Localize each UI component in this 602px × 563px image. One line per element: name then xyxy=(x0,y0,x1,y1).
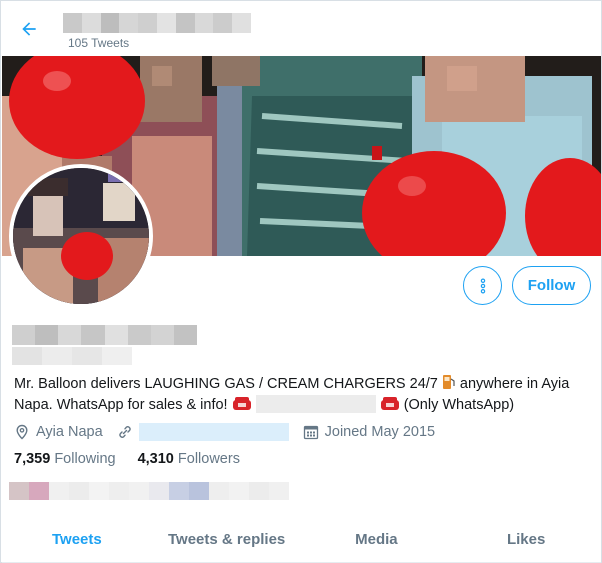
link-icon xyxy=(117,424,133,440)
website-link-redacted[interactable] xyxy=(138,423,289,441)
location: Ayia Napa xyxy=(14,424,103,440)
profile-bio: Mr. Balloon delivers LAUGHING GAS / CREA… xyxy=(14,374,584,416)
arrow-left-icon xyxy=(22,22,36,36)
bio-text-1: Mr. Balloon delivers LAUGHING GAS / CREA… xyxy=(14,376,442,392)
followers-count: 4,310 xyxy=(137,451,174,467)
back-button[interactable] xyxy=(15,15,43,43)
telephone-icon xyxy=(380,397,400,411)
following-count: 7,359 xyxy=(14,451,51,467)
location-text: Ayia Napa xyxy=(36,424,103,440)
telephone-icon xyxy=(232,397,252,411)
tab-tweets[interactable]: Tweets xyxy=(2,516,152,562)
followers-label: Followers xyxy=(177,451,240,467)
following-link[interactable]: 7,359 Following xyxy=(14,451,116,467)
phone-number-redacted xyxy=(255,395,376,413)
follow-stats: 7,359 Following 4,310 Followers xyxy=(14,451,262,467)
following-label: Following xyxy=(54,451,116,467)
profile-page: 105 Tweets Follow Mr. Balloon delivers L… xyxy=(0,0,602,563)
profile-header: 105 Tweets xyxy=(1,1,601,56)
tab-tweets-and-replies[interactable]: Tweets & replies xyxy=(152,516,302,562)
location-pin-icon xyxy=(14,424,30,440)
join-date: Joined May 2015 xyxy=(303,424,435,440)
profile-meta: Ayia Napa Joined May 2015 xyxy=(14,422,449,442)
display-name-redacted xyxy=(63,13,251,33)
profile-handle-redacted xyxy=(12,347,132,365)
followers-you-know-redacted[interactable] xyxy=(9,482,289,500)
profile-tabs: Tweets Tweets & replies Media Likes xyxy=(2,516,601,563)
calendar-icon xyxy=(303,424,319,440)
followers-link[interactable]: 4,310 Followers xyxy=(138,451,240,467)
profile-name-redacted xyxy=(12,325,197,345)
website[interactable] xyxy=(117,423,289,441)
tab-media[interactable]: Media xyxy=(302,516,452,562)
bio-text-3: (Only WhatsApp) xyxy=(399,397,515,413)
follow-button[interactable]: Follow xyxy=(512,266,591,305)
join-date-text: Joined May 2015 xyxy=(324,424,436,440)
fuel-pump-icon xyxy=(442,374,456,390)
more-vertical-icon xyxy=(480,277,485,293)
tweets-count: 105 Tweets xyxy=(68,36,130,50)
more-options-button[interactable] xyxy=(463,266,502,305)
profile-avatar[interactable] xyxy=(9,164,153,308)
tab-likes[interactable]: Likes xyxy=(451,516,601,562)
